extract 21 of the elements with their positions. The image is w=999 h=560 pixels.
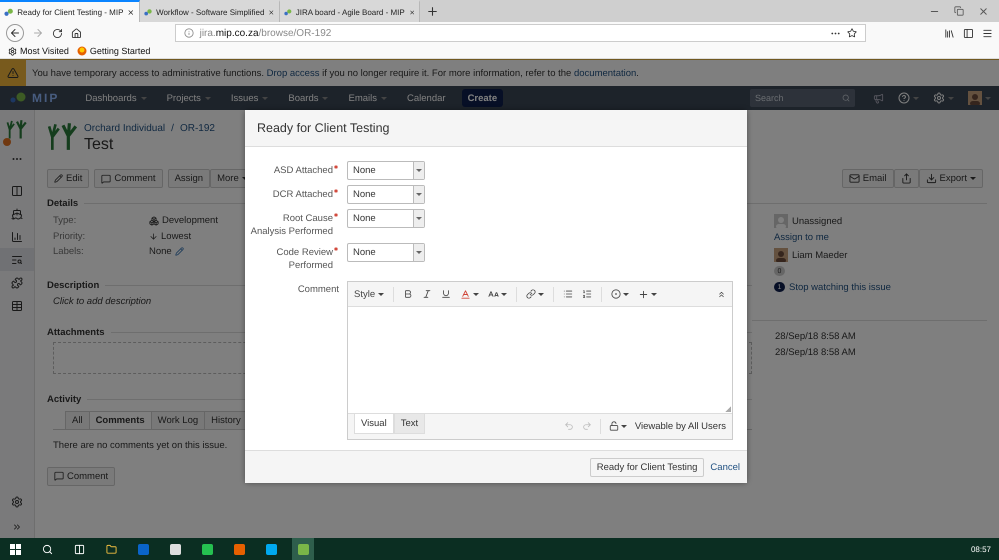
dialog-title: Ready for Client Testing <box>257 121 390 135</box>
field-label: Comment <box>298 283 339 296</box>
reporter: Liam Maeder <box>792 250 848 260</box>
alert-message: You have temporary access to administrative functions. Drop access if you no longer require it. For more information, refer to the documentation. <box>32 68 639 78</box>
breadcrumb-separator: / <box>171 123 174 134</box>
assignee: Unassigned <box>792 216 842 226</box>
field-label: DCR Attached <box>272 188 333 201</box>
logo: MIP <box>10 91 60 105</box>
field-label: Labels: <box>53 246 85 258</box>
field-label: Root Cause Analysis Performed <box>250 212 333 238</box>
field-label: Code Review Performed <box>276 246 333 272</box>
empty-message: There are no comments yet on this issue. <box>52 440 228 450</box>
issue-title: Test <box>84 136 114 154</box>
date: 28/Sep/18 8:58 AM <box>775 347 857 360</box>
clock: 08:57 <box>970 544 992 554</box>
url-text: jira.mip.co.za/browse/OR-192 <box>200 28 332 38</box>
field-label: Priority: <box>53 230 86 242</box>
field-label: ASD Attached <box>274 164 333 177</box>
date: 28/Sep/18 8:58 AM <box>775 331 857 344</box>
visibility-label: Viewable by All Users <box>634 420 726 432</box>
field-label: Type: <box>53 215 78 226</box>
